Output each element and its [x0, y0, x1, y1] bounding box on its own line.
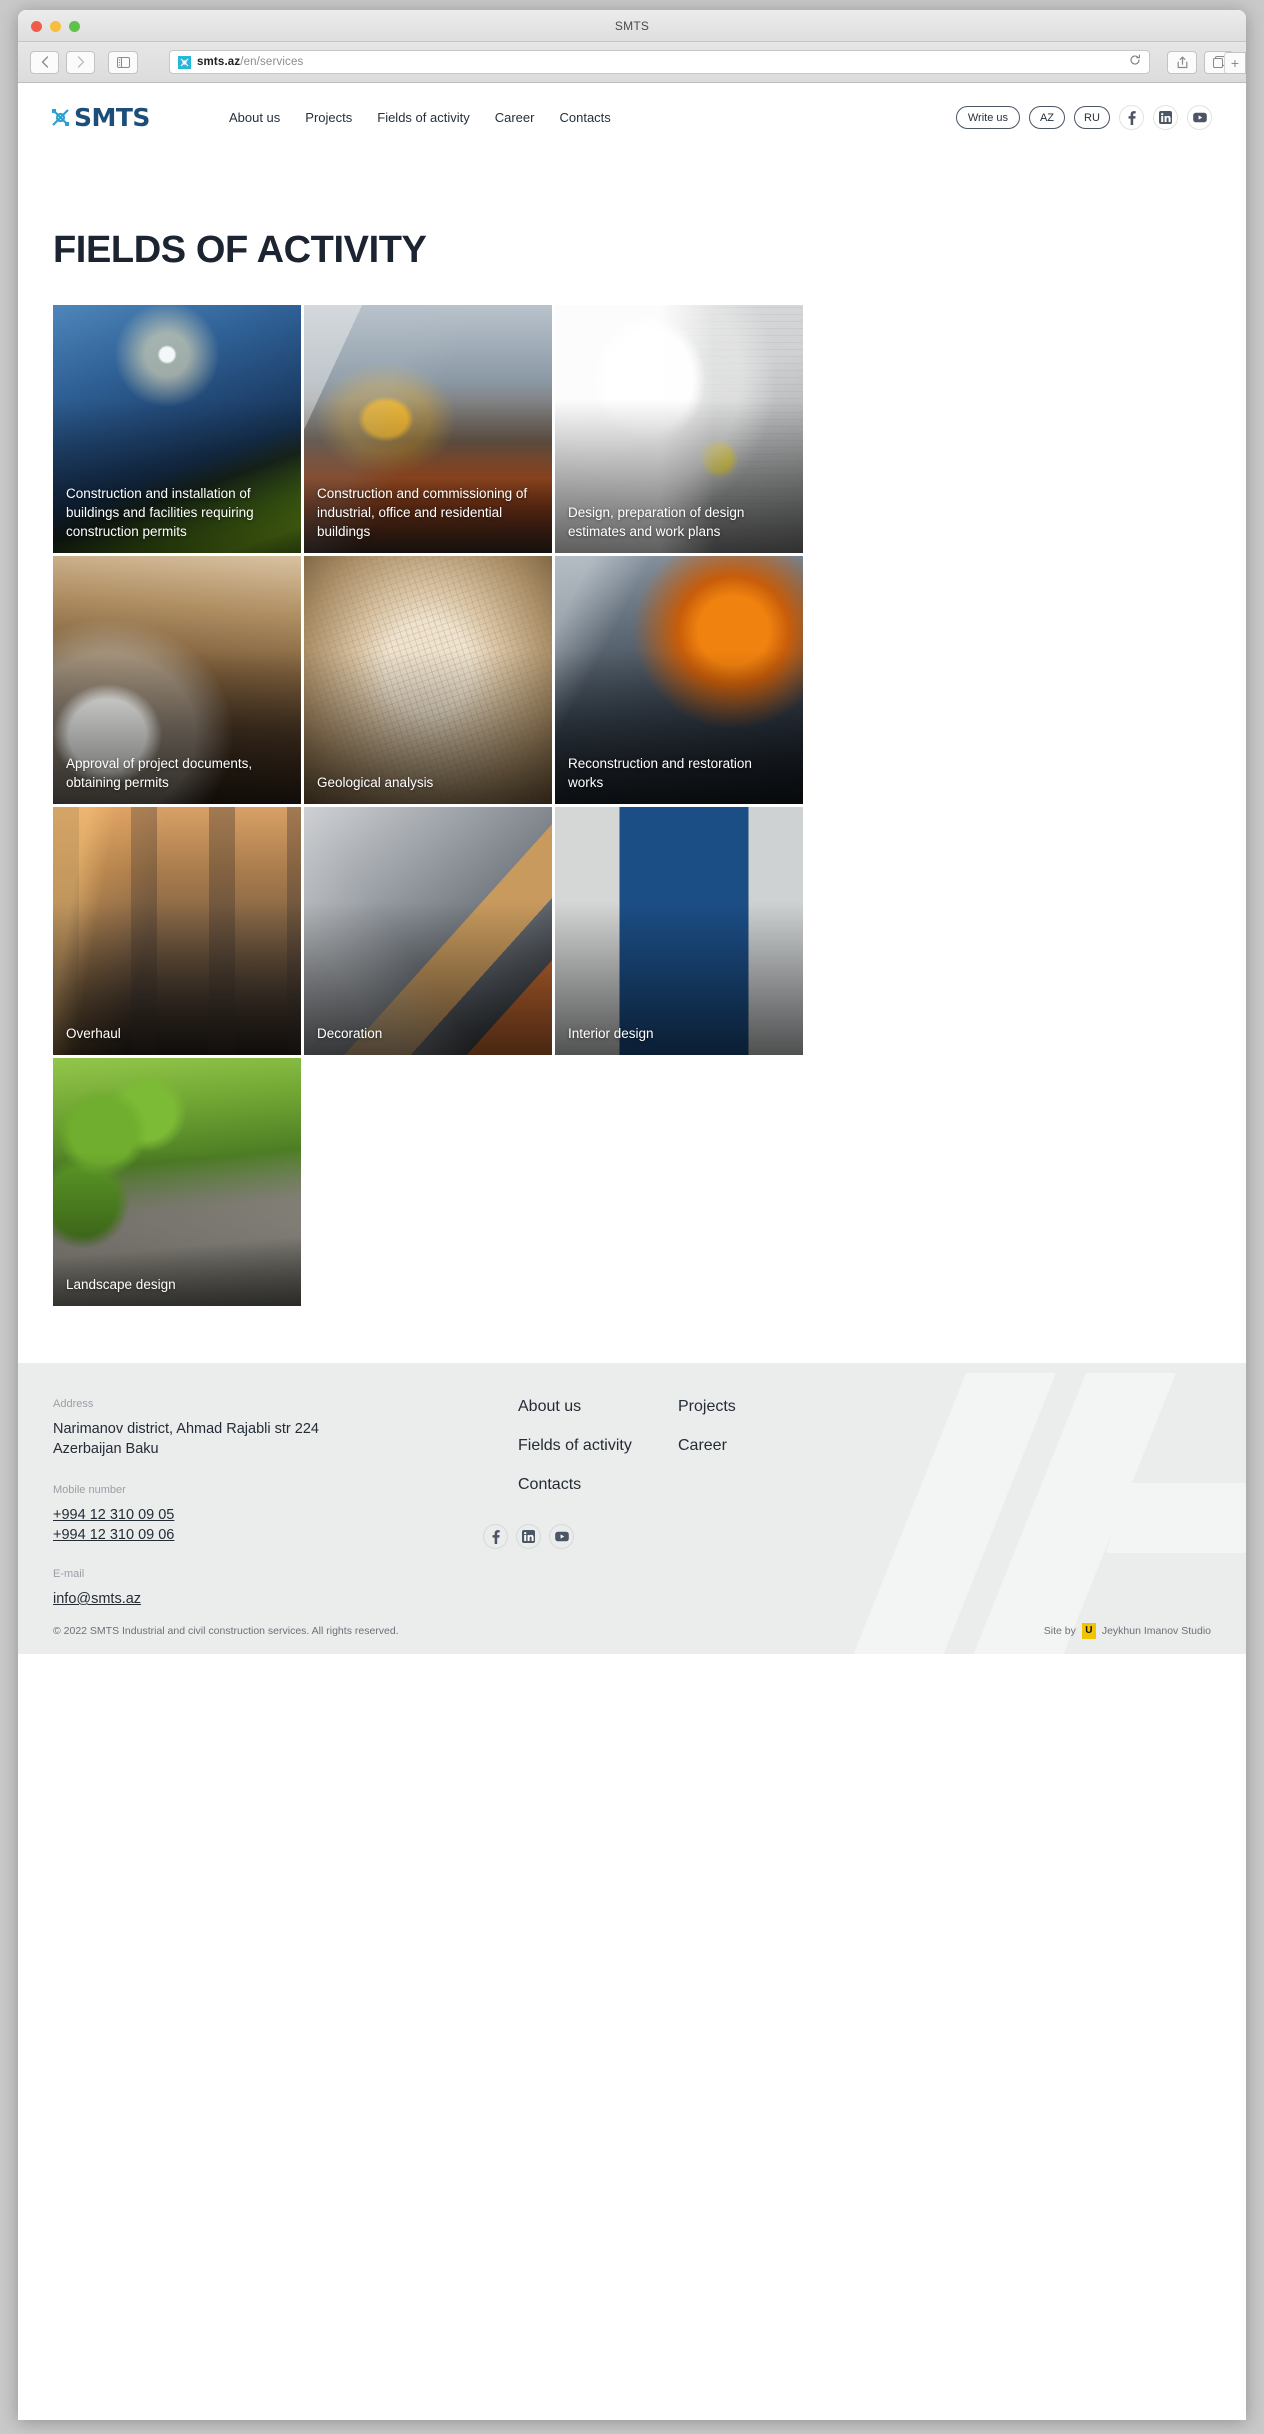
footer-email[interactable]: info@smts.az [53, 1589, 483, 1609]
activity-card-label: Interior design [568, 1024, 790, 1043]
facebook-icon[interactable] [1119, 105, 1144, 130]
card-gradient-overlay [304, 807, 552, 1055]
footer-address-line2: Azerbaijan Baku [53, 1439, 483, 1459]
smts-logo-mark-icon [51, 108, 70, 127]
linkedin-icon[interactable] [1153, 105, 1178, 130]
back-icon[interactable] [30, 51, 59, 74]
main-navigation: About us Projects Fields of activity Car… [229, 110, 611, 125]
lang-ru-button[interactable]: RU [1074, 106, 1110, 129]
site-by-label: Site by [1044, 1625, 1076, 1637]
sidebar-toggle-icon[interactable] [108, 51, 138, 74]
activity-card[interactable]: Design, preparation of design estimates … [555, 305, 803, 553]
footer-mobile-label: Mobile number [53, 1484, 483, 1496]
new-tab-icon[interactable]: + [1224, 52, 1246, 74]
nav-item-contacts[interactable]: Contacts [559, 110, 610, 125]
minimize-window-icon[interactable] [50, 21, 61, 32]
nav-item-fields-of-activity[interactable]: Fields of activity [377, 110, 469, 125]
url-domain: smts.az [197, 56, 240, 68]
footer-navigation: About us Projects Fields of activity Car… [518, 1398, 878, 1515]
window-title: SMTS [18, 19, 1246, 33]
maximize-window-icon[interactable] [69, 21, 80, 32]
share-icon[interactable] [1167, 51, 1197, 74]
card-gradient-overlay [555, 807, 803, 1055]
write-us-button[interactable]: Write us [956, 106, 1020, 129]
footer-address-label: Address [53, 1398, 483, 1410]
address-bar[interactable]: smts.az/en/services [169, 50, 1150, 74]
activity-card-label: Decoration [317, 1024, 539, 1043]
activity-card[interactable]: Interior design [555, 807, 803, 1055]
footer-social-links [483, 1524, 878, 1549]
activity-card-label: Reconstruction and restoration works [568, 754, 790, 792]
activity-card[interactable]: Landscape design [53, 1058, 301, 1306]
studio-logo-icon: U [1082, 1623, 1096, 1639]
card-gradient-overlay [53, 807, 301, 1055]
footer-copyright-bar: © 2022 SMTS Industrial and civil constru… [18, 1608, 1246, 1654]
footer-nav-projects[interactable]: Projects [678, 1398, 838, 1416]
fields-of-activity-grid: Construction and installation of buildin… [53, 305, 803, 1306]
site-header: SMTS About us Projects Fields of activit… [18, 83, 1246, 152]
activity-card-label: Approval of project documents, obtaining… [66, 754, 288, 792]
nav-item-about-us[interactable]: About us [229, 110, 280, 125]
footer-nav-about-us[interactable]: About us [518, 1398, 678, 1416]
reload-icon[interactable] [1129, 54, 1141, 69]
footer-nav-fields-of-activity[interactable]: Fields of activity [518, 1437, 678, 1455]
footer-address-line1: Narimanov district, Ahmad Rajabli str 22… [53, 1419, 483, 1439]
nav-item-projects[interactable]: Projects [305, 110, 352, 125]
site-footer: Address Narimanov district, Ahmad Rajabl… [18, 1363, 1246, 1654]
site-logo-text: SMTS [74, 103, 150, 132]
footer-phone-1[interactable]: +994 12 310 09 05 [53, 1505, 483, 1525]
page-content: SMTS About us Projects Fields of activit… [18, 83, 1246, 2420]
window-titlebar: SMTS [18, 10, 1246, 42]
address-bar-url: smts.az/en/services [197, 56, 303, 68]
footer-email-label: E-mail [53, 1568, 483, 1580]
window-traffic-lights[interactable] [31, 21, 80, 32]
activity-card[interactable]: Construction and commissioning of indust… [304, 305, 552, 553]
card-gradient-overlay [53, 1058, 301, 1306]
activity-card-label: Construction and installation of buildin… [66, 484, 288, 541]
site-credit: Site by U Jeykhun Imanov Studio [1044, 1623, 1211, 1639]
browser-toolbar: smts.az/en/services + [18, 42, 1246, 83]
youtube-icon[interactable] [1187, 105, 1212, 130]
site-logo[interactable]: SMTS [51, 103, 150, 132]
footer-content: Address Narimanov district, Ahmad Rajabl… [18, 1363, 1246, 1609]
close-window-icon[interactable] [31, 21, 42, 32]
site-favicon-icon [178, 56, 191, 69]
lang-az-button[interactable]: AZ [1029, 106, 1065, 129]
forward-icon[interactable] [66, 51, 95, 74]
activity-card[interactable]: Approval of project documents, obtaining… [53, 556, 301, 804]
url-path: /en/services [240, 56, 303, 68]
activity-card-label: Design, preparation of design estimates … [568, 503, 790, 541]
nav-item-career[interactable]: Career [495, 110, 535, 125]
activity-card-label: Overhaul [66, 1024, 288, 1043]
studio-name[interactable]: Jeykhun Imanov Studio [1102, 1625, 1211, 1637]
footer-phone-2[interactable]: +994 12 310 09 06 [53, 1525, 483, 1545]
linkedin-icon[interactable] [516, 1524, 541, 1549]
footer-nav-career[interactable]: Career [678, 1437, 838, 1455]
facebook-icon[interactable] [483, 1524, 508, 1549]
activity-card[interactable]: Reconstruction and restoration works [555, 556, 803, 804]
footer-contact-column: Address Narimanov district, Ahmad Rajabl… [53, 1398, 483, 1609]
card-gradient-overlay [304, 556, 552, 804]
activity-card[interactable]: Construction and installation of buildin… [53, 305, 301, 553]
youtube-icon[interactable] [549, 1524, 574, 1549]
copyright-text: © 2022 SMTS Industrial and civil constru… [53, 1625, 399, 1637]
footer-nav-contacts[interactable]: Contacts [518, 1476, 678, 1494]
header-actions: Write us AZ RU [956, 105, 1212, 130]
activity-card-label: Landscape design [66, 1275, 288, 1294]
browser-window: SMTS smts.az/en/services [18, 10, 1246, 2420]
activity-card[interactable]: Overhaul [53, 807, 301, 1055]
footer-nav-column: About us Projects Fields of activity Car… [483, 1398, 878, 1609]
activity-card-label: Construction and commissioning of indust… [317, 484, 539, 541]
activity-card[interactable]: Geological analysis [304, 556, 552, 804]
activity-card[interactable]: Decoration [304, 807, 552, 1055]
activity-card-label: Geological analysis [317, 773, 539, 792]
page-title: FIELDS OF ACTIVITY [53, 229, 1246, 272]
